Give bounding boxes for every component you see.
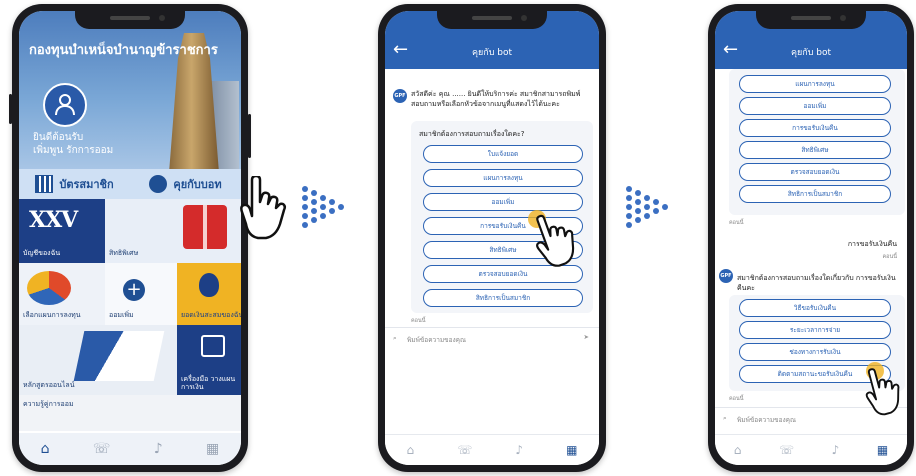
laptop-book-image	[73, 331, 165, 381]
bottom-nav: ⌂ ☏ ♪ ▦	[385, 434, 599, 465]
option-save-more[interactable]: ออมเพิ่ม	[739, 97, 891, 115]
user-reply: การขอรับเงินคืน	[847, 240, 897, 248]
chat-title: คุยกับ bot	[471, 48, 513, 58]
pointing-hand-icon	[536, 214, 575, 267]
chat-bot-icon[interactable]: ☏	[93, 441, 111, 457]
pointing-hand-icon	[865, 368, 900, 416]
avatar[interactable]	[43, 83, 87, 127]
tile-course[interactable]: หลักสูตรออนไลน์	[19, 325, 177, 395]
option-save-more[interactable]: ออมเพิ่ม	[423, 193, 583, 211]
attach-icon[interactable]: ⌕	[723, 414, 727, 423]
bottom-nav: ⌂ ☏ ♪ ▦	[715, 434, 907, 465]
timestamp: คอนนี้	[729, 220, 744, 226]
pointing-hand-icon	[240, 176, 287, 240]
option-payment-period[interactable]: ระยะเวลาการจ่าย	[739, 321, 891, 339]
bot-greeting: สวัสดีค่ะ คุณ ...... ยินดีให้บริการค่ะ ส…	[411, 90, 581, 108]
message-input-bar: ⌕ พิมพ์ข้อความของคุณ ➤	[385, 327, 599, 352]
chat-bot-button[interactable]: คุยกับบอท	[130, 169, 241, 199]
home-icon[interactable]: ⌂	[734, 443, 742, 457]
grid-icon[interactable]: ▦	[206, 441, 219, 457]
option-check-balance[interactable]: ตรวจสอบยอดเงิน	[739, 163, 891, 181]
member-card-button[interactable]: บัตรสมาชิก	[19, 169, 130, 199]
home-icon[interactable]: ⌂	[41, 441, 50, 457]
option-membership[interactable]: สิทธิการเป็นสมาชิก	[739, 185, 891, 203]
pie-chart-icon	[27, 271, 71, 305]
timestamp: คอนนี้	[729, 396, 744, 402]
send-icon[interactable]: ➤	[584, 333, 589, 341]
chat-bot-icon[interactable]: ☏	[779, 443, 794, 457]
tile-plan[interactable]: เลือกแผนการลงทุน	[19, 263, 105, 325]
bell-icon[interactable]: ♪	[154, 441, 163, 457]
option-investment-plan[interactable]: แผนการลงทุน	[739, 75, 891, 93]
quick-menu-bar: บัตรสมาชิก คุยกับบอท	[19, 169, 241, 199]
money-bag-icon	[199, 273, 219, 297]
tile-transfer[interactable]: ยอดเงินสะสมของฉัน	[177, 263, 241, 325]
grid-icon[interactable]: ▦	[877, 443, 888, 457]
phone-home-mockup: กองทุนบำเหน็จบำนาญข้าราชการ ยินดีต้อนรับ…	[9, 4, 251, 472]
message-input[interactable]: พิมพ์ข้อความของคุณ	[407, 335, 466, 345]
option-how-to-refund[interactable]: วิธีขอรับเงินคืน	[739, 299, 891, 317]
bot-question: สมาชิกต้องการสอบถามเรื่องใดคะ?	[419, 130, 525, 138]
timestamp: คอนนี้	[411, 318, 426, 324]
option-refund[interactable]: การขอรับเงินคืน	[739, 119, 891, 137]
hero-banner: กองทุนบำเหน็จบำนาญข้าราชการ ยินดีต้อนรับ…	[19, 11, 241, 173]
tile-save-more[interactable]: + ออมเพิ่ม	[105, 263, 177, 325]
bot-followup: สมาชิกต้องการสอบถามเรื่องใดเกี่ยวกับ การ…	[737, 274, 896, 292]
tile-balance[interactable]: XXV บัญชีของฉัน	[19, 199, 105, 263]
tile-rights[interactable]: สิทธิพิเศษ	[105, 199, 241, 263]
welcome-text: ยินดีต้อนรับ เพิ่มพูน รักการออม	[33, 132, 114, 156]
home-screen: กองทุนบำเหน็จบำนาญข้าราชการ ยินดีต้อนรับ…	[19, 11, 241, 465]
bell-icon[interactable]: ♪	[515, 443, 523, 457]
chat-bot-icon	[149, 175, 168, 193]
chat-title: คุยกับ bot	[790, 48, 832, 58]
qr-code-icon	[35, 175, 54, 193]
option-payment-channel[interactable]: ช่องทางการรับเงิน	[739, 343, 891, 361]
options-card: แผนการลงทุน ออมเพิ่ม การขอรับเงินคืน สิท…	[729, 69, 905, 215]
bottom-nav: ⌂ ☏ ♪ ▦	[19, 433, 241, 465]
bot-avatar: GPF	[393, 89, 407, 103]
tile-tools[interactable]: เครื่องมือ วางแผนการเงิน	[177, 325, 241, 395]
plus-icon: +	[123, 279, 145, 301]
grid-icon[interactable]: ▦	[566, 443, 577, 457]
calculator-icon	[201, 335, 225, 357]
attach-icon[interactable]: ⌕	[393, 334, 397, 343]
app-title: กองทุนบำเหน็จบำนาญข้าราชการ	[29, 43, 218, 58]
bell-icon[interactable]: ♪	[832, 443, 840, 457]
timestamp: คอนนี้	[882, 254, 897, 260]
option-investment-plan[interactable]: แผนการลงทุน	[423, 169, 583, 187]
tile-knowledge[interactable]: ความรู้คู่การออม	[19, 395, 241, 431]
message-input[interactable]: พิมพ์ข้อความของคุณ	[737, 415, 796, 425]
bot-avatar: GPF	[719, 269, 733, 283]
option-membership[interactable]: สิทธิการเป็นสมาชิก	[423, 289, 583, 307]
chat-bot-icon[interactable]: ☏	[457, 443, 472, 457]
option-statement[interactable]: ใบแจ้งยอด	[423, 145, 583, 163]
home-icon[interactable]: ⌂	[407, 443, 415, 457]
option-privileges[interactable]: สิทธิพิเศษ	[739, 141, 891, 159]
